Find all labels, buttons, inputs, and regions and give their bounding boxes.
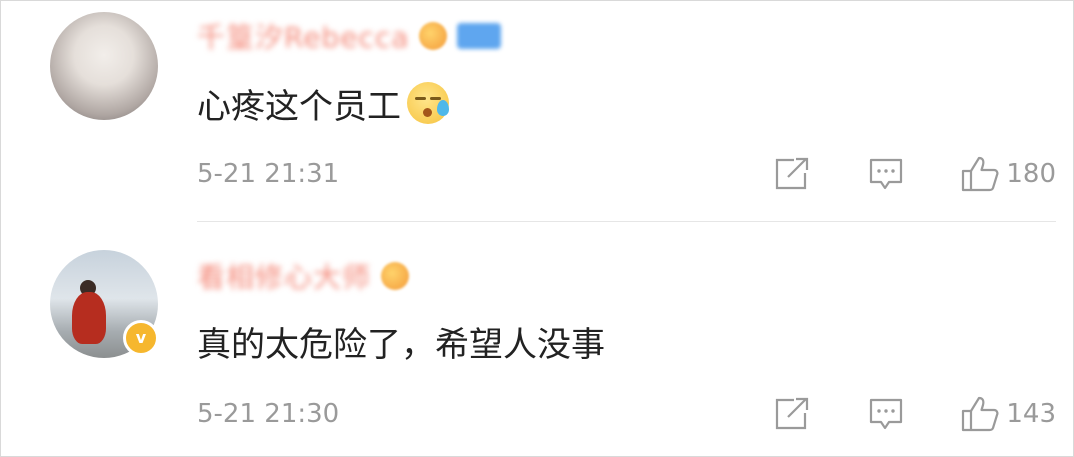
comment-item: v 看相修心大师 真的太危险了，希望人没事 5-21 21:30 143	[0, 222, 1074, 457]
reply-button[interactable]	[868, 157, 904, 191]
comment-timestamp: 5-21 21:31	[197, 159, 340, 189]
like-button[interactable]: 143	[960, 394, 1056, 434]
comment-meta: 5-21 21:30 143	[197, 394, 1056, 434]
repost-button[interactable]	[774, 397, 810, 431]
repost-icon	[776, 157, 809, 190]
comment-meta: 5-21 21:31 180	[197, 154, 1056, 194]
username-row: 千篁汐Rebecca	[197, 12, 502, 60]
comment-body: 心疼这个员工	[197, 86, 401, 127]
repost-button[interactable]	[774, 157, 810, 191]
thumbs-up-icon	[962, 396, 999, 432]
comment-text: 真的太危险了，希望人没事	[197, 316, 605, 366]
repost-icon	[776, 397, 809, 430]
comment-body: 真的太危险了，希望人没事	[197, 324, 605, 365]
sweat-face-emoji-icon	[407, 82, 449, 124]
reply-icon	[870, 398, 903, 430]
like-count: 180	[1006, 159, 1056, 189]
verified-badge-icon: v	[123, 320, 159, 356]
avatar[interactable]	[50, 12, 158, 120]
reply-button[interactable]	[868, 397, 904, 431]
reply-icon	[870, 158, 903, 190]
thumbs-up-icon	[962, 156, 999, 192]
avatar-figure-body	[72, 292, 106, 344]
username-row: 看相修心大师	[197, 252, 410, 300]
comment-text: 心疼这个员工	[197, 78, 449, 128]
username[interactable]: 看相修心大师	[197, 256, 371, 296]
comment-timestamp: 5-21 21:30	[197, 399, 340, 429]
like-count: 143	[1006, 399, 1056, 429]
comment-actions: 180	[774, 154, 1056, 194]
username[interactable]: 千篁汐Rebecca	[197, 16, 409, 56]
comment-actions: 143	[774, 394, 1056, 434]
like-button[interactable]: 180	[960, 154, 1056, 194]
comment-item: 千篁汐Rebecca 心疼这个员工 5-21 21:31 180	[0, 0, 1074, 222]
fan-medal-icon	[381, 262, 410, 290]
level-badge-icon	[457, 23, 502, 49]
fan-medal-icon	[419, 22, 448, 50]
